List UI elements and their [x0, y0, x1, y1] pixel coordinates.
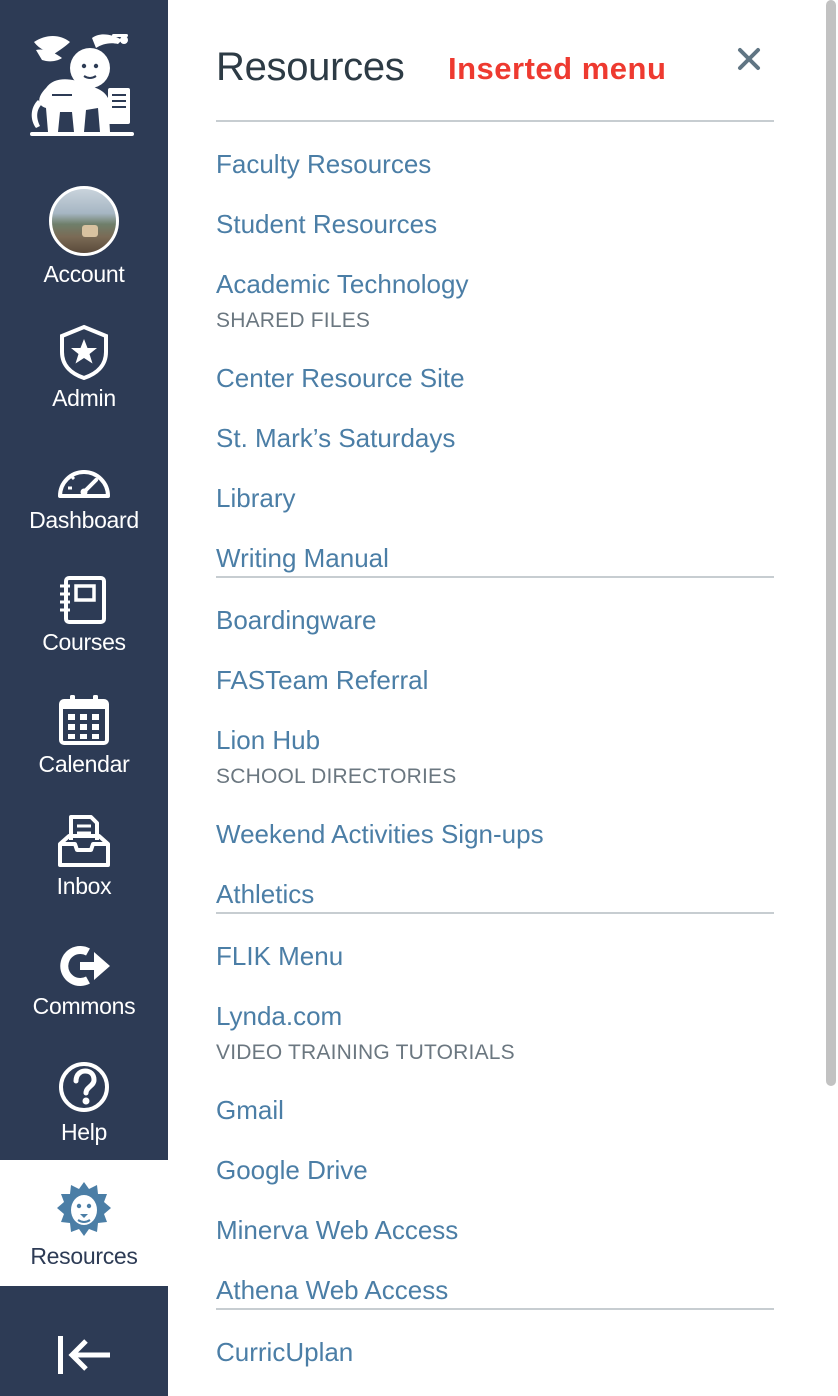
nav-resources-label: Resources	[30, 1243, 138, 1269]
nav-commons[interactable]: Commons	[0, 944, 168, 1020]
link-gmail[interactable]: Gmail	[216, 1093, 284, 1127]
nav-inbox-label: Inbox	[56, 873, 112, 899]
lion-head-icon	[57, 1182, 111, 1236]
link-subtitle: SHARED FILES	[216, 309, 371, 332]
question-circle-icon	[59, 1062, 109, 1112]
account-avatar	[49, 186, 119, 256]
link-library[interactable]: Library	[216, 481, 295, 515]
nav-courses[interactable]: Courses	[0, 576, 168, 656]
notebook-icon	[60, 576, 106, 624]
link-weekend-activities[interactable]: Weekend Activities Sign-ups	[216, 817, 544, 851]
divider	[216, 120, 774, 122]
link-google-drive[interactable]: Google Drive	[216, 1153, 368, 1187]
divider	[216, 576, 774, 578]
nav-admin-label: Admin	[52, 385, 116, 411]
link-athletics[interactable]: Athletics	[216, 877, 314, 911]
nav-courses-label: Courses	[42, 629, 126, 655]
collapse-nav-icon[interactable]	[54, 1330, 114, 1380]
inbox-tray-icon	[58, 815, 110, 867]
link-writing-manual[interactable]: Writing Manual	[216, 541, 389, 575]
shield-star-icon	[60, 324, 108, 380]
nav-help[interactable]: Help	[0, 1060, 168, 1146]
nav-dashboard[interactable]: Dashboard	[0, 458, 168, 534]
nav-admin[interactable]: Admin	[0, 324, 168, 412]
commons-arrow-icon	[60, 946, 110, 986]
global-navigation: Account Admin Dashboard Courses Calendar…	[0, 0, 168, 1396]
nav-account-label: Account	[43, 261, 125, 287]
nav-help-label: Help	[60, 1119, 108, 1145]
link-minerva-web-access[interactable]: Minerva Web Access	[216, 1213, 458, 1247]
link-center-resource-site[interactable]: Center Resource Site	[216, 361, 465, 395]
link-athena-web-access[interactable]: Athena Web Access	[216, 1273, 448, 1307]
link-academic-technology[interactable]: Academic Technology	[216, 267, 468, 301]
inserted-menu-annotation: Inserted menu	[448, 51, 667, 86]
link-fasteam-referral[interactable]: FASTeam Referral	[216, 663, 428, 697]
link-subtitle: SCHOOL DIRECTORIES	[216, 765, 457, 788]
winged-lion-logo[interactable]	[26, 28, 138, 138]
close-icon[interactable]	[734, 44, 764, 74]
nav-resources[interactable]: Resources	[0, 1160, 168, 1286]
link-faculty-resources[interactable]: Faculty Resources	[216, 147, 431, 181]
nav-calendar-label: Calendar	[38, 751, 130, 777]
speedometer-icon	[58, 470, 110, 498]
resources-tray: Resources Inserted menu Faculty Resource…	[168, 0, 838, 1396]
nav-dashboard-label: Dashboard	[29, 507, 139, 533]
divider	[216, 1308, 774, 1310]
link-flik-menu[interactable]: FLIK Menu	[216, 939, 343, 973]
nav-calendar[interactable]: Calendar	[0, 694, 168, 778]
link-subtitle: VIDEO TRAINING TUTORIALS	[216, 1041, 515, 1064]
nav-account[interactable]: Account	[0, 186, 168, 288]
divider	[216, 912, 774, 914]
link-lynda[interactable]: Lynda.com	[216, 999, 342, 1033]
link-student-resources[interactable]: Student Resources	[216, 207, 437, 241]
link-st-marks-saturdays[interactable]: St. Mark’s Saturdays	[216, 421, 455, 455]
link-curricuplan[interactable]: CurricUplan	[216, 1335, 353, 1369]
scrollbar[interactable]	[826, 0, 836, 1086]
link-lion-hub[interactable]: Lion Hub	[216, 723, 320, 757]
tray-title: Resources	[216, 45, 405, 89]
calendar-icon	[59, 695, 109, 745]
nav-commons-label: Commons	[32, 993, 136, 1019]
nav-inbox[interactable]: Inbox	[0, 814, 168, 900]
link-boardingware[interactable]: Boardingware	[216, 603, 376, 637]
